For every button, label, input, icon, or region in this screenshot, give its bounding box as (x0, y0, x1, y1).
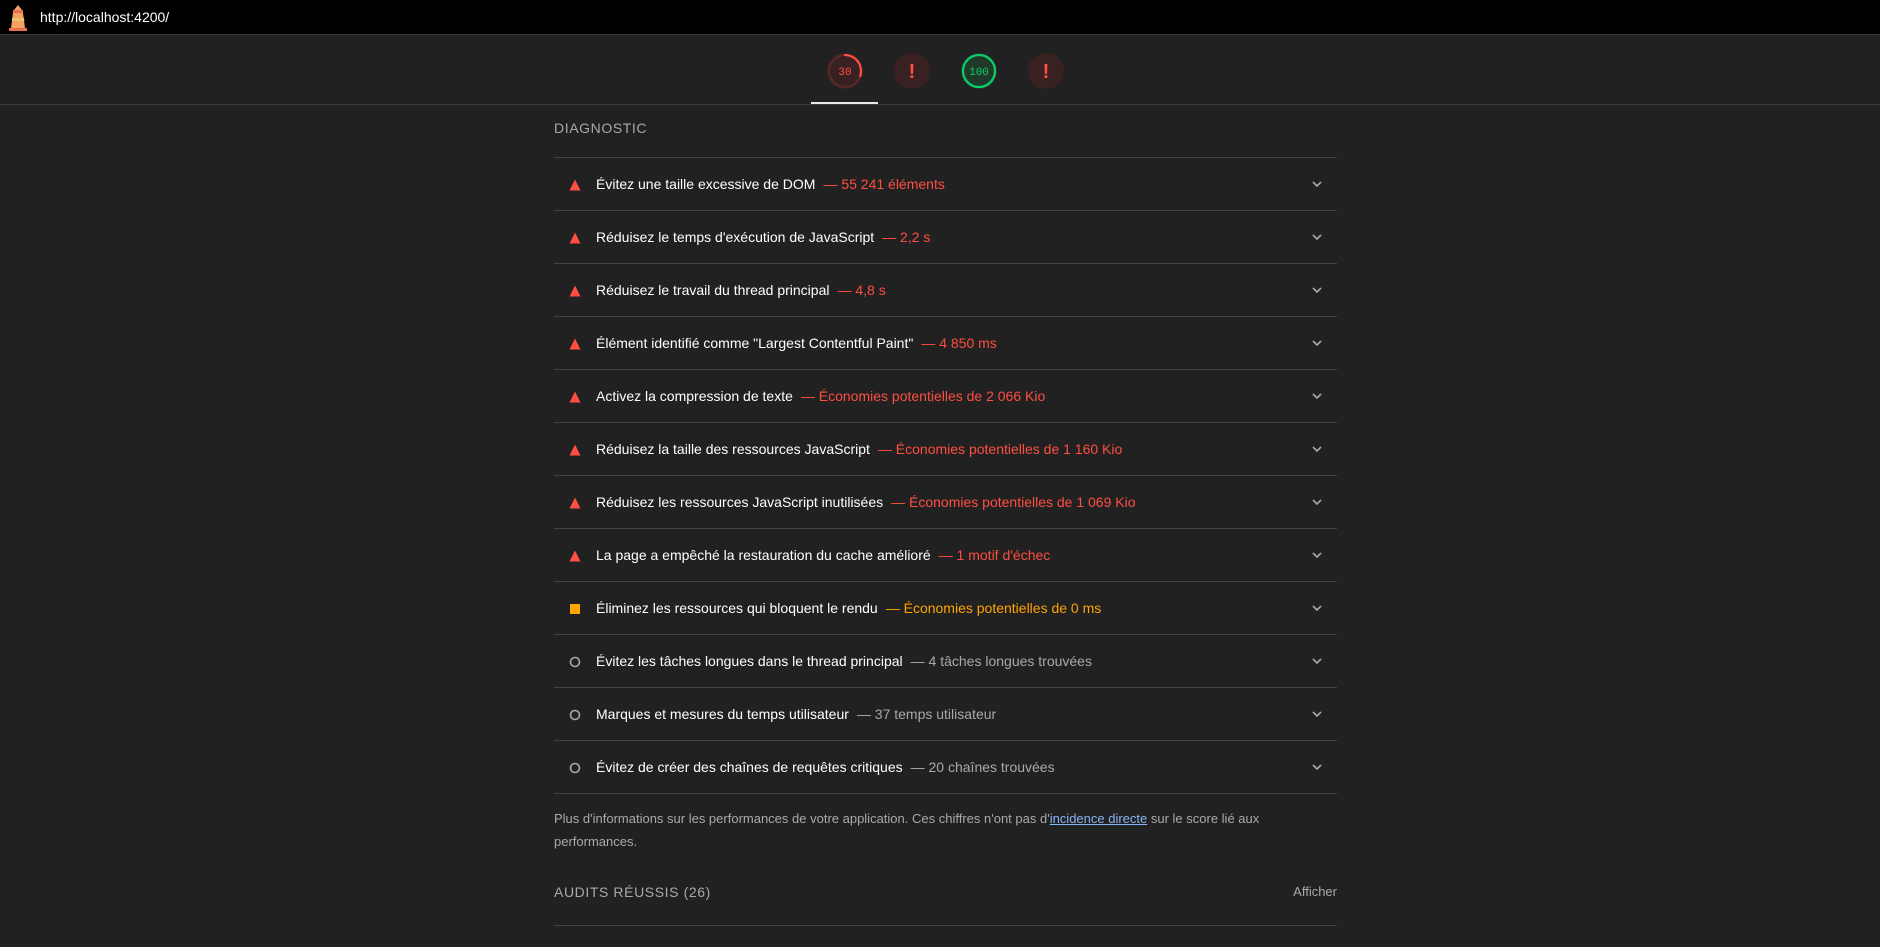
performance-score: 30 (838, 67, 851, 79)
url-bar: http://localhost:4200/ (0, 0, 1880, 35)
fail-triangle-icon (569, 179, 581, 191)
active-tab-indicator (811, 102, 878, 104)
chevron-down-icon[interactable] (1311, 231, 1323, 243)
audit-title: Réduisez le temps d'exécution de JavaScr… (596, 229, 875, 245)
fail-triangle-icon (569, 232, 581, 244)
passed-audits-header[interactable]: AUDITS RÉUSSIS (26) Afficher (554, 880, 1337, 926)
audit-title: Élément identifié comme "Largest Content… (596, 335, 914, 351)
fail-triangle-icon (569, 550, 581, 562)
audit-text: Activez la compression de texte — Économi… (596, 388, 1045, 404)
audit-row[interactable]: Activez la compression de texte — Économi… (554, 370, 1337, 423)
show-button[interactable]: Afficher (1293, 884, 1337, 899)
fail-triangle-icon (569, 444, 581, 456)
audit-list: Évitez une taille excessive de DOM — 55 2… (554, 158, 1337, 794)
seo-gauge[interactable]: ! (1027, 52, 1065, 90)
accessibility-gauge[interactable]: ! (893, 52, 931, 90)
error-icon: ! (1043, 61, 1050, 83)
info-circle-icon (569, 762, 581, 774)
performance-gauge[interactable]: 30 (826, 52, 864, 90)
audit-detail: — Économies potentielles de 1 069 Kio (891, 494, 1136, 510)
audit-row[interactable]: Réduisez les ressources JavaScript inuti… (554, 476, 1337, 529)
audit-text: Réduisez le travail du thread principal —… (596, 282, 886, 298)
audit-row[interactable]: Élément identifié comme "Largest Content… (554, 317, 1337, 370)
audit-text: Marques et mesures du temps utilisateur —… (596, 706, 996, 722)
chevron-down-icon[interactable] (1311, 655, 1323, 667)
audit-title: Éliminez les ressources qui bloquent le … (596, 600, 878, 616)
audit-title: Évitez une taille excessive de DOM (596, 176, 816, 192)
audit-row[interactable]: Évitez de créer des chaînes de requêtes … (554, 741, 1337, 794)
audit-detail: — 4 tâches longues trouvées (910, 653, 1092, 669)
audit-row[interactable]: Éliminez les ressources qui bloquent le … (554, 582, 1337, 635)
audit-text: Évitez les tâches longues dans le thread… (596, 653, 1092, 669)
chevron-down-icon[interactable] (1311, 761, 1323, 773)
audit-title: Réduisez la taille des ressources JavaSc… (596, 441, 870, 457)
fail-triangle-icon (569, 285, 581, 297)
audit-row[interactable]: Réduisez la taille des ressources JavaSc… (554, 423, 1337, 476)
page-url[interactable]: http://localhost:4200/ (40, 9, 169, 25)
best-practices-gauge[interactable]: 100 (960, 52, 998, 90)
audit-detail: — 55 241 éléments (823, 176, 945, 192)
info-circle-icon (569, 709, 581, 721)
incidence-directe-link[interactable]: incidence directe (1050, 811, 1148, 826)
audit-text: Éliminez les ressources qui bloquent le … (596, 600, 1101, 616)
audit-detail: — 4 850 ms (921, 335, 997, 351)
error-icon: ! (909, 61, 916, 83)
audit-row[interactable]: Évitez les tâches longues dans le thread… (554, 635, 1337, 688)
chevron-down-icon[interactable] (1311, 337, 1323, 349)
audit-detail: — 2,2 s (882, 229, 931, 245)
audit-title: Réduisez le travail du thread principal (596, 282, 830, 298)
fail-triangle-icon (569, 391, 581, 403)
audit-detail: — 4,8 s (837, 282, 886, 298)
audit-row[interactable]: Marques et mesures du temps utilisateur —… (554, 688, 1337, 741)
audit-detail: — Économies potentielles de 2 066 Kio (800, 388, 1046, 404)
chevron-down-icon[interactable] (1311, 496, 1323, 508)
audit-row[interactable]: Réduisez le temps d'exécution de JavaScr… (554, 211, 1337, 264)
best-practices-score: 100 (969, 67, 989, 79)
chevron-down-icon[interactable] (1311, 390, 1323, 402)
chevron-down-icon[interactable] (1311, 602, 1323, 614)
audit-text: Élément identifié comme "Largest Content… (596, 335, 997, 351)
chevron-down-icon[interactable] (1311, 549, 1323, 561)
audit-text: Évitez une taille excessive de DOM — 55 2… (596, 176, 945, 192)
lighthouse-icon (9, 5, 27, 31)
average-square-icon (570, 604, 580, 614)
score-gauges: 30 ! 100 ! (0, 36, 1880, 105)
audit-detail: — 37 temps utilisateur (856, 706, 997, 722)
audit-title: La page a empêché la restauration du cac… (596, 547, 931, 563)
audit-detail: — Économies potentielles de 1 160 Kio (877, 441, 1123, 457)
audit-detail: — 1 motif d'échec (938, 547, 1051, 563)
audit-detail: — Économies potentielles de 0 ms (885, 600, 1102, 616)
audit-row[interactable]: Réduisez le travail du thread principal —… (554, 264, 1337, 317)
audit-row[interactable]: La page a empêché la restauration du cac… (554, 529, 1337, 582)
audit-title: Activez la compression de texte (596, 388, 793, 404)
chevron-down-icon[interactable] (1311, 178, 1323, 190)
chevron-down-icon[interactable] (1311, 443, 1323, 455)
section-description: Plus d'informations sur les performances… (554, 807, 1314, 853)
chevron-down-icon[interactable] (1311, 708, 1323, 720)
audit-text: Réduisez les ressources JavaScript inuti… (596, 494, 1136, 510)
audit-title: Marques et mesures du temps utilisateur (596, 706, 849, 722)
passed-audits-title: AUDITS RÉUSSIS (26) (554, 884, 711, 900)
diagnostic-section: DIAGNOSTIC Évitez une taille excessive d… (554, 105, 1337, 926)
audit-title: Évitez de créer des chaînes de requêtes … (596, 759, 903, 775)
fail-triangle-icon (569, 497, 581, 509)
info-circle-icon (569, 656, 581, 668)
audit-title: Évitez les tâches longues dans le thread… (596, 653, 903, 669)
audit-text: Évitez de créer des chaînes de requêtes … (596, 759, 1055, 775)
audit-row[interactable]: Évitez une taille excessive de DOM — 55 2… (554, 158, 1337, 211)
audit-title: Réduisez les ressources JavaScript inuti… (596, 494, 884, 510)
section-title: DIAGNOSTIC (554, 120, 648, 136)
audit-detail: — 20 chaînes trouvées (910, 759, 1055, 775)
description-text: Plus d'informations sur les performances… (554, 811, 1050, 826)
audit-text: Réduisez la taille des ressources JavaSc… (596, 441, 1122, 457)
audit-text: La page a empêché la restauration du cac… (596, 547, 1050, 563)
chevron-down-icon[interactable] (1311, 284, 1323, 296)
audit-text: Réduisez le temps d'exécution de JavaScr… (596, 229, 930, 245)
fail-triangle-icon (569, 338, 581, 350)
